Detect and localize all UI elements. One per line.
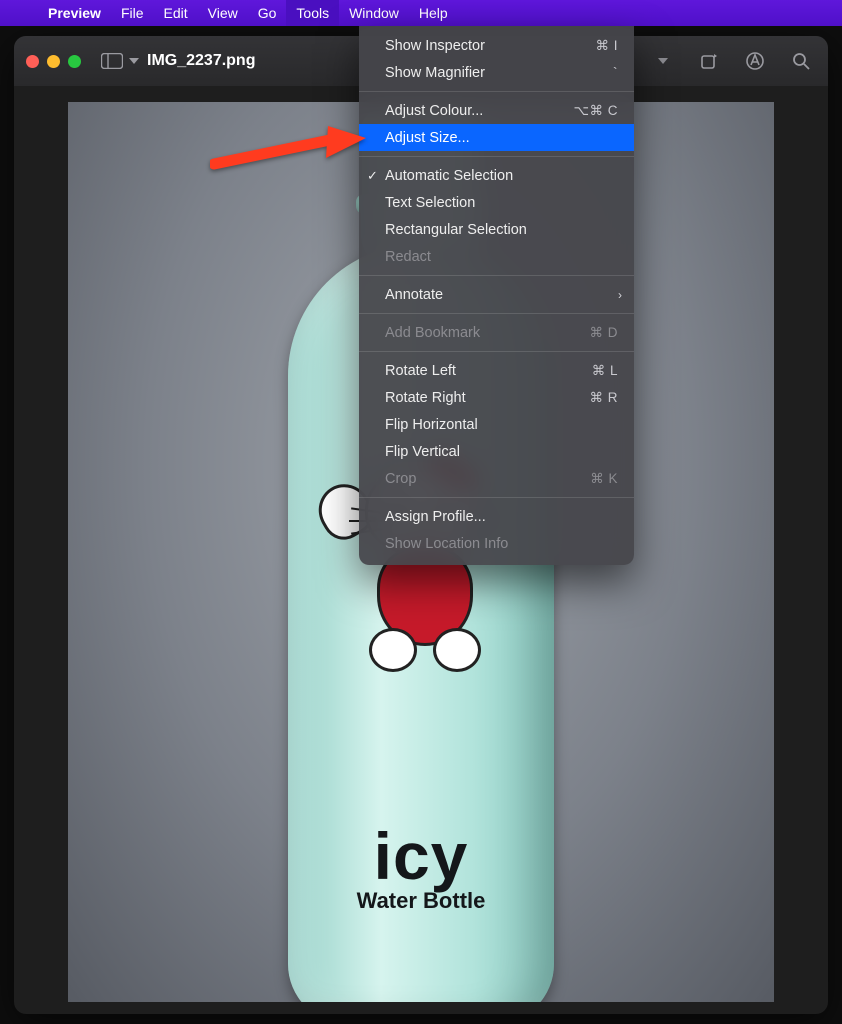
menu-item-show-location-info: Show Location Info — [359, 530, 634, 557]
menu-item-label: Flip Horizontal — [385, 417, 618, 433]
menu-item-flip-vertical[interactable]: Flip Vertical — [359, 438, 634, 465]
menu-separator — [359, 91, 634, 92]
submenu-arrow-icon: › — [618, 288, 622, 302]
menu-separator — [359, 497, 634, 498]
menu-item-annotate[interactable]: Annotate› — [359, 281, 634, 308]
menu-item-crop: Crop⌘ K — [359, 465, 634, 492]
menu-item-rotate-right[interactable]: Rotate Right⌘ R — [359, 384, 634, 411]
menu-item-rectangular-selection[interactable]: Rectangular Selection — [359, 216, 634, 243]
menubar-app[interactable]: Preview — [38, 0, 111, 26]
close-window-button[interactable] — [26, 55, 39, 68]
menu-item-label: Rectangular Selection — [385, 222, 618, 238]
markup-icon[interactable] — [740, 48, 770, 74]
menu-item-label: Adjust Colour... — [385, 103, 573, 119]
menubar: Preview File Edit View Go Tools Window H… — [0, 0, 842, 26]
menu-item-label: Flip Vertical — [385, 444, 618, 460]
menu-item-label: Rotate Left — [385, 363, 592, 379]
menu-item-shortcut: ⌘ D — [590, 325, 619, 341]
menu-item-add-bookmark: Add Bookmark⌘ D — [359, 319, 634, 346]
menubar-tools[interactable]: Tools — [286, 0, 339, 26]
menu-separator — [359, 275, 634, 276]
menu-item-shortcut: ⌘ R — [590, 390, 619, 406]
menu-item-shortcut: ⌥⌘ C — [573, 103, 618, 119]
menu-item-label: Text Selection — [385, 195, 618, 211]
menu-item-redact: Redact — [359, 243, 634, 270]
rotate-icon[interactable] — [694, 48, 724, 74]
menu-item-label: Assign Profile... — [385, 509, 618, 525]
bottle-brand: icy Water Bottle — [357, 818, 486, 914]
zoom-window-button[interactable] — [68, 55, 81, 68]
annotation-arrow — [210, 120, 370, 180]
menu-item-label: Rotate Right — [385, 390, 590, 406]
menu-item-show-inspector[interactable]: Show Inspector⌘ I — [359, 32, 634, 59]
menu-item-adjust-size[interactable]: Adjust Size... — [359, 124, 634, 151]
menu-item-rotate-left[interactable]: Rotate Left⌘ L — [359, 357, 634, 384]
menu-item-automatic-selection[interactable]: ✓Automatic Selection — [359, 162, 634, 189]
menubar-view[interactable]: View — [198, 0, 248, 26]
menu-item-shortcut: ⌘ L — [592, 363, 618, 379]
traffic-lights — [26, 55, 81, 68]
sidebar-toggle-button[interactable] — [97, 48, 127, 74]
search-icon[interactable] — [786, 48, 816, 74]
toolbar-right — [648, 48, 816, 74]
menu-item-label: Show Location Info — [385, 536, 618, 552]
menu-separator — [359, 351, 634, 352]
tools-dropdown: Show Inspector⌘ IShow Magnifier`Adjust C… — [359, 26, 634, 565]
menu-item-label: Automatic Selection — [385, 168, 618, 184]
menu-item-show-magnifier[interactable]: Show Magnifier` — [359, 59, 634, 86]
menu-item-label: Annotate — [385, 287, 618, 303]
menu-item-shortcut: ` — [613, 65, 618, 80]
menu-item-shortcut: ⌘ K — [590, 471, 618, 487]
brand-big-text: icy — [357, 818, 486, 894]
menubar-help[interactable]: Help — [409, 0, 458, 26]
menu-item-label: Redact — [385, 249, 618, 265]
share-dropdown-icon[interactable] — [648, 48, 678, 74]
menu-item-label: Show Inspector — [385, 38, 595, 54]
menu-item-flip-horizontal[interactable]: Flip Horizontal — [359, 411, 634, 438]
menu-item-label: Crop — [385, 471, 590, 487]
menu-item-adjust-colour[interactable]: Adjust Colour...⌥⌘ C — [359, 97, 634, 124]
minimize-window-button[interactable] — [47, 55, 60, 68]
document-title: IMG_2237.png — [147, 52, 255, 70]
menu-item-label: Show Magnifier — [385, 65, 613, 81]
menu-item-label: Adjust Size... — [385, 130, 618, 146]
menu-separator — [359, 313, 634, 314]
menubar-go[interactable]: Go — [248, 0, 287, 26]
menu-item-text-selection[interactable]: Text Selection — [359, 189, 634, 216]
sidebar-dropdown-icon[interactable] — [127, 48, 141, 74]
menu-item-label: Add Bookmark — [385, 325, 590, 341]
menu-item-shortcut: ⌘ I — [595, 38, 618, 54]
menu-item-assign-profile[interactable]: Assign Profile... — [359, 503, 634, 530]
menubar-window[interactable]: Window — [339, 0, 409, 26]
menu-separator — [359, 156, 634, 157]
menubar-edit[interactable]: Edit — [154, 0, 198, 26]
menubar-file[interactable]: File — [111, 0, 154, 26]
brand-sub-text: Water Bottle — [357, 888, 486, 914]
